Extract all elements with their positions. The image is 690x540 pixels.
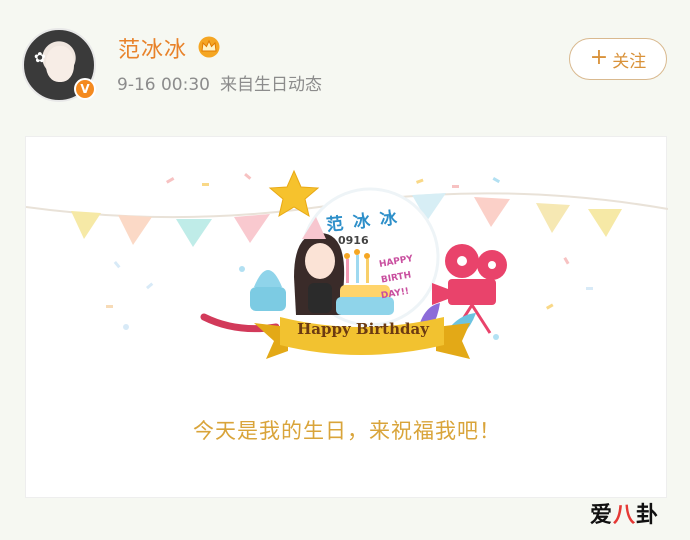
crown-icon <box>198 36 220 58</box>
post-timestamp: 9-16 00:30 <box>117 75 210 95</box>
date-code: 0916 <box>338 234 369 247</box>
avatar-face <box>46 46 74 82</box>
plus-icon: + <box>589 45 609 70</box>
banner-text: Happy Birthday <box>297 320 429 338</box>
birthday-illustration <box>26 169 668 359</box>
site-watermark: 爱八卦 <box>590 497 659 529</box>
flower-icon: ✿ <box>34 50 46 66</box>
verified-icon: V <box>74 78 96 100</box>
birthday-message: 今天是我的生日，来祝福我吧！ <box>193 419 501 443</box>
birthday-card[interactable]: 范 冰 冰 0916 HAPPY BIRTH DAY!! Happy Birth… <box>25 136 668 498</box>
post-header: ✿ V 范冰冰 9-16 00:30 来自生日动态 + 关注 <box>0 0 690 125</box>
user-name[interactable]: 范冰冰 <box>118 32 187 64</box>
cake-decoration <box>200 270 286 333</box>
follow-button[interactable]: + 关注 <box>569 38 667 80</box>
post-meta: 9-16 00:30 来自生日动态 <box>117 70 322 95</box>
post-source[interactable]: 来自生日动态 <box>220 75 322 95</box>
follow-label: 关注 <box>612 51 647 72</box>
watermark-part-3: 卦 <box>636 503 660 528</box>
watermark-part-1: 爱 <box>590 503 614 528</box>
watermark-part-2: 八 <box>613 503 637 528</box>
